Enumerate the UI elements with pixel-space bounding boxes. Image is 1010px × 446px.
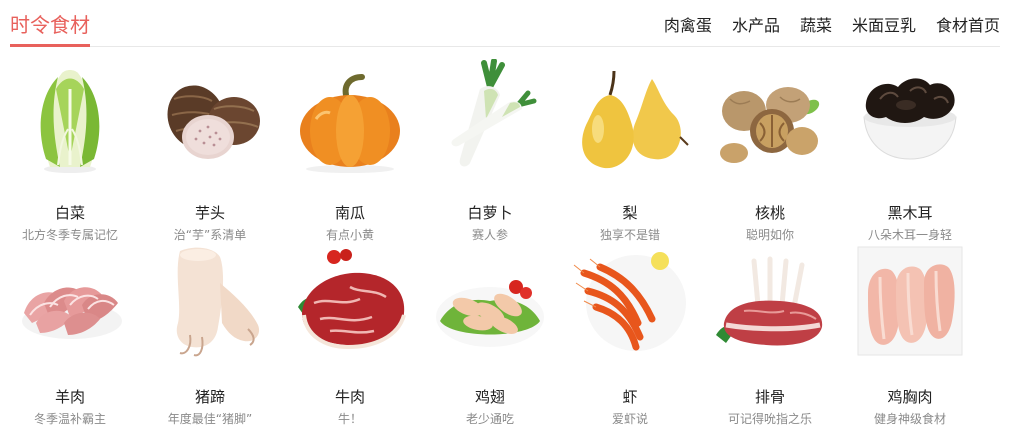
ingredient-name: 牛肉: [334, 388, 365, 406]
pumpkin-icon: [300, 74, 400, 173]
section-title: 时令食材: [10, 13, 90, 37]
ribs-icon: [716, 256, 823, 346]
ingredient-name: 南瓜: [334, 204, 365, 222]
pig-trotter-icon: [176, 247, 260, 357]
ingredient-desc: 年度最佳“猪脚”: [167, 412, 253, 426]
ingredient-name: 鸡胸肉: [887, 388, 933, 406]
pear-icon: [582, 70, 689, 169]
ingredient-name: 排骨: [754, 388, 785, 406]
nav-link-ingredients-home[interactable]: 食材首页: [936, 14, 1000, 38]
chicken-breast-icon: [857, 246, 963, 356]
ingredient-desc: 八朵木耳一身轻: [867, 228, 952, 242]
ingredient-name: 梨: [622, 204, 638, 222]
taro-icon: [167, 85, 260, 159]
ingredient-desc: 独享不是错: [599, 228, 660, 242]
black-fungus-icon: [863, 78, 957, 160]
walnut-icon: [720, 87, 820, 163]
beef-icon: [298, 249, 406, 350]
title-underline: [10, 44, 90, 47]
ingredient-name: 鸡翅: [474, 388, 505, 406]
ingredient-name: 白菜: [54, 204, 85, 222]
lamb-slices-icon: [22, 287, 122, 339]
ingredient-name: 虾: [622, 388, 638, 406]
ingredient-desc: 聪明如你: [745, 228, 794, 242]
ingredient-desc: 老少通吃: [465, 412, 514, 426]
ingredient-desc: 冬季温补霸主: [33, 412, 106, 426]
section-header: 时令食材 肉禽蛋 水产品 蔬菜 米面豆乳 食材首页: [0, 0, 1010, 47]
chicken-wing-icon: [436, 280, 544, 347]
shrimp-icon: [573, 252, 686, 351]
nav-link-seafood[interactable]: 水产品: [732, 14, 780, 38]
napa-cabbage-icon: [40, 70, 100, 173]
ingredient-name: 黑木耳: [887, 204, 933, 222]
ingredient-desc: 爱虾说: [611, 412, 648, 426]
ingredient-desc: 治“芋”系清单: [173, 228, 247, 242]
nav-link-grains-soy-dairy[interactable]: 米面豆乳: [852, 14, 916, 38]
ingredient-name: 白萝卜: [467, 204, 513, 222]
nav-link-meat-poultry-eggs[interactable]: 肉禽蛋: [664, 14, 712, 38]
ingredient-desc: 北方冬季专属记忆: [21, 228, 118, 242]
ingredient-name: 羊肉: [54, 388, 85, 406]
ingredient-desc: 有点小黄: [325, 228, 374, 242]
ingredient-desc: 牛！: [337, 412, 362, 426]
white-radish-icon: [451, 59, 537, 167]
ingredient-name: 核桃: [754, 204, 785, 222]
ingredient-name: 猪蹄: [194, 388, 225, 406]
ingredient-desc: 健身神级食材: [873, 412, 946, 426]
ingredient-desc: 赛人参: [471, 228, 508, 242]
ingredient-desc: 可记得吮指之乐: [727, 412, 812, 426]
ingredient-name: 芋头: [194, 204, 225, 222]
nav-link-vegetables[interactable]: 蔬菜: [800, 14, 832, 38]
category-nav: 肉禽蛋 水产品 蔬菜 米面豆乳 食材首页: [644, 14, 1000, 38]
header-divider: [10, 46, 1000, 47]
